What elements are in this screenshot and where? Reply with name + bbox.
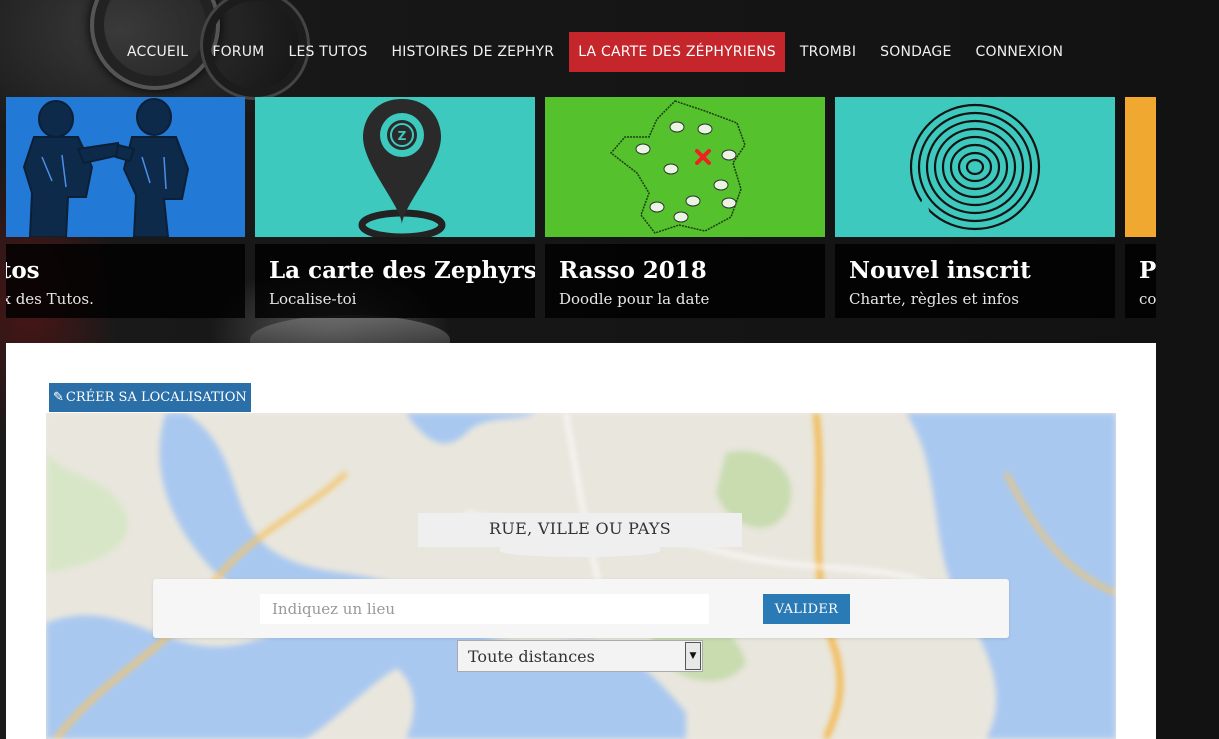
pencil-icon: ✎ xyxy=(53,390,64,405)
location-search-input[interactable] xyxy=(260,594,709,624)
card-rasso-caption: Rasso 2018 Doodle pour la date xyxy=(545,244,825,318)
nav-item-forum[interactable]: FORUM xyxy=(203,32,273,72)
card-rasso-image xyxy=(545,97,825,237)
card-partial-image xyxy=(1125,97,1156,237)
card-partial[interactable]: P co xyxy=(1125,97,1156,318)
nav-item-accueil[interactable]: ACCUEIL xyxy=(118,32,197,72)
card-carte-image: Z xyxy=(255,97,535,237)
france-map-icon xyxy=(609,100,746,234)
card-inscrit-subtitle: Charte, règles et infos xyxy=(849,290,1019,308)
svg-text:Z: Z xyxy=(398,129,407,143)
card-tutos-image xyxy=(6,97,245,237)
card-partial-subtitle: co xyxy=(1139,290,1156,308)
create-location-button[interactable]: ✎ CRÉER SA LOCALISATION xyxy=(49,383,251,412)
card-rasso-title: Rasso 2018 xyxy=(559,257,707,284)
create-location-label: CRÉER SA LOCALISATION xyxy=(65,390,247,405)
location-search-bar: VALIDER xyxy=(153,579,1009,638)
card-tutos-caption: utos dex des Tutos. xyxy=(6,244,245,318)
dropdown-arrow-icon: ▼ xyxy=(685,642,701,670)
card-inscrit-image xyxy=(835,97,1115,237)
bikers-fist-bump-icon xyxy=(22,98,190,237)
card-partial-title: P xyxy=(1139,257,1156,284)
nav-item-connexion[interactable]: CONNEXION xyxy=(967,32,1073,72)
card-inscrit-caption: Nouvel inscrit Charte, règles et infos xyxy=(835,244,1115,318)
card-carte-caption: La carte des Zephyrs Localise-toi xyxy=(255,244,535,318)
nav-item-la-carte-des-zephyriens[interactable]: LA CARTE DES ZÉPHYRIENS xyxy=(569,32,785,72)
card-tutos-subtitle: dex des Tutos. xyxy=(6,290,94,308)
nav-item-les-tutos[interactable]: LES TUTOS xyxy=(279,32,376,72)
nav-item-sondage[interactable]: SONDAGE xyxy=(871,32,960,72)
nav-item-trombi[interactable]: TROMBI xyxy=(791,32,865,72)
map-tiles xyxy=(46,413,1116,739)
nav-item-histoires-de-zephyr[interactable]: HISTOIRES DE ZEPHYR xyxy=(383,32,564,72)
validate-button[interactable]: VALIDER xyxy=(763,594,850,624)
card-tutos[interactable]: utos dex des Tutos. xyxy=(6,97,245,318)
card-inscrit-title: Nouvel inscrit xyxy=(849,257,1031,284)
card-partial-caption: P co xyxy=(1125,244,1156,318)
fingerprint-icon xyxy=(909,103,1041,237)
map-view[interactable] xyxy=(46,413,1116,739)
card-nouvel-inscrit[interactable]: Nouvel inscrit Charte, règles et infos xyxy=(835,97,1115,318)
feature-carousel: utos dex des Tutos. Z La carte des Zephy… xyxy=(6,97,1156,318)
main-navigation: ACCUEIL FORUM LES TUTOS HISTOIRES DE ZEP… xyxy=(118,32,1078,72)
card-tutos-title: utos xyxy=(6,257,40,284)
search-heading: RUE, VILLE OU PAYS xyxy=(418,513,742,547)
card-la-carte-des-zephyrs[interactable]: Z La carte des Zephyrs Localise-toi xyxy=(255,97,535,318)
card-carte-subtitle: Localise-toi xyxy=(269,290,357,308)
map-pin-icon: Z xyxy=(358,99,446,237)
card-rasso-subtitle: Doodle pour la date xyxy=(559,290,710,308)
card-rasso-2018[interactable]: Rasso 2018 Doodle pour la date xyxy=(545,97,825,318)
distance-select-value: Toute distances xyxy=(468,646,595,666)
distance-select[interactable]: Toute distances ▼ xyxy=(457,640,703,672)
card-carte-title: La carte des Zephyrs xyxy=(269,257,535,284)
